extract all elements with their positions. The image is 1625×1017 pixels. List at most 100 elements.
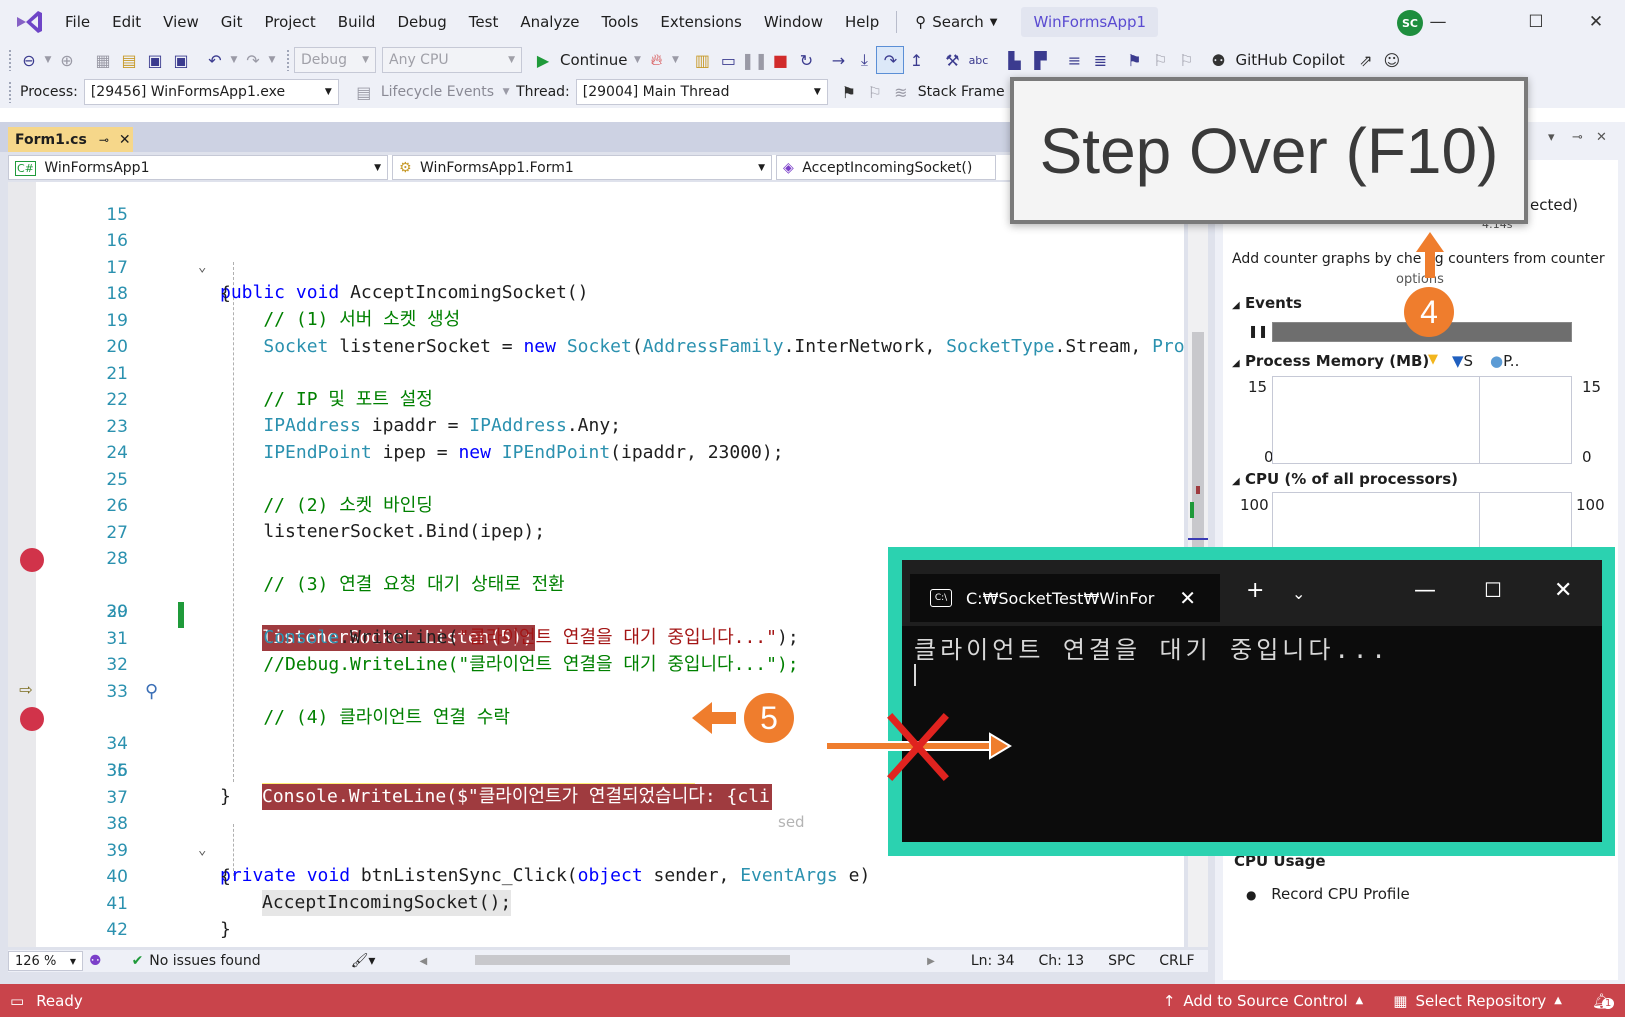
bookmark-icon[interactable]: ⚑ <box>1121 47 1147 73</box>
chevron-down-icon[interactable]: ▼ <box>631 47 643 73</box>
code-line[interactable]: 24 <box>8 414 1168 463</box>
browse-icon[interactable]: ▥ <box>689 47 715 73</box>
project-dropdown[interactable]: C# WinFormsApp1 ▼ <box>8 155 388 180</box>
terminal-close-button[interactable]: ✕ <box>1554 578 1572 603</box>
breakpoint-icon[interactable] <box>20 707 44 731</box>
forward-icon[interactable]: ⊕ <box>54 47 80 73</box>
menu-analyze[interactable]: Analyze <box>509 0 590 44</box>
code-line[interactable]: 41 } <box>8 865 1168 940</box>
whitespace-indicator[interactable]: SPC <box>1108 953 1135 969</box>
close-button[interactable]: ✕ <box>1568 0 1624 44</box>
quick-action-icon[interactable]: ⚲ <box>145 679 158 705</box>
process-dropdown[interactable]: [29456] WinFormsApp1.exe ▼ <box>83 79 339 105</box>
new-project-icon[interactable]: ▦ <box>90 47 116 73</box>
visual-studio-logo-icon[interactable] <box>14 7 44 37</box>
panel-close-icon[interactable]: ✕ <box>1596 130 1607 145</box>
menu-edit[interactable]: Edit <box>101 0 152 44</box>
stop-debugging-icon[interactable]: ■ <box>767 47 793 73</box>
zoom-dropdown[interactable]: 126 % ▼ <box>8 951 83 971</box>
breakpoint-icon[interactable] <box>20 548 44 572</box>
member-dropdown[interactable]: ◈ AcceptIncomingSocket() <box>776 155 996 180</box>
menu-build[interactable]: Build <box>327 0 387 44</box>
horizontal-scrollbar-thumb[interactable] <box>475 955 790 965</box>
open-folder-icon[interactable]: ▤ <box>116 47 142 73</box>
lifecycle-events-button[interactable]: Lifecycle Events <box>381 84 494 100</box>
chevron-down-icon[interactable]: ▼ <box>42 47 54 73</box>
issues-status[interactable]: No issues found <box>149 953 260 969</box>
menu-file[interactable]: File <box>54 0 101 44</box>
menu-view[interactable]: View <box>152 0 210 44</box>
prev-bookmark-icon[interactable]: ⚐ <box>1147 47 1173 73</box>
menu-help[interactable]: Help <box>834 0 890 44</box>
source-control-button[interactable]: ↑ Add to Source Control ▲ <box>1163 992 1363 1010</box>
close-tab-icon[interactable]: ✕ <box>119 132 131 148</box>
menu-extensions[interactable]: Extensions <box>649 0 752 44</box>
show-next-statement-icon[interactable]: → <box>825 47 851 73</box>
back-icon[interactable]: ⊖ <box>16 47 42 73</box>
code-line[interactable]: 15 <box>8 182 1168 225</box>
code-line[interactable]: 18 // (1) 서버 소켓 생성 <box>8 255 1168 330</box>
code-cleanup-icon[interactable]: 🖌︎▾ <box>351 953 376 969</box>
search-box[interactable]: ⚲ Search ▼ <box>903 13 1009 31</box>
cpu-section-header[interactable]: ◢ CPU (% of all processors) <box>1232 470 1458 488</box>
platform-dropdown[interactable]: Any CPU ▼ <box>382 47 522 73</box>
restart-icon[interactable]: ↻ <box>793 47 819 73</box>
tab-form1-cs[interactable]: Form1.cs ⊸ ✕ <box>8 127 133 152</box>
line-ending-indicator[interactable]: CRLF <box>1159 953 1194 969</box>
flag-thread-icon[interactable]: ⚑ <box>836 79 862 105</box>
code-line[interactable]: 17 { <box>8 229 1168 304</box>
events-section-header[interactable]: ◢ Events <box>1232 294 1302 312</box>
output-icon[interactable]: ▭ <box>10 992 24 1010</box>
uncomment-icon[interactable]: ▛ <box>1027 47 1053 73</box>
save-icon[interactable]: ▣ <box>142 47 168 73</box>
memory-graph[interactable] <box>1272 376 1572 464</box>
comment-icon[interactable]: ▙ <box>1001 47 1027 73</box>
code-line[interactable]: 25 // (2) 소켓 바인딩 <box>8 441 1168 516</box>
code-line[interactable]: 27 <box>8 494 1168 543</box>
undo-icon[interactable]: ↶ <box>202 47 228 73</box>
terminal-minimize-button[interactable]: — <box>1414 578 1436 603</box>
step-over-icon[interactable]: ↷ <box>876 46 905 74</box>
menu-test[interactable]: Test <box>458 0 510 44</box>
code-line[interactable]: 26 listenerSocket.Bind(ipep); <box>8 467 1168 542</box>
step-into-icon[interactable]: ⤓ <box>851 47 877 73</box>
scroll-left-icon[interactable]: ◀ <box>419 956 427 967</box>
maximize-button[interactable]: ☐ <box>1508 0 1564 44</box>
line-indicator[interactable]: Ln: 34 <box>971 953 1015 969</box>
terminal-tab[interactable]: C:\ C:₩SocketTest₩WinFor ✕ <box>910 574 1220 622</box>
chevron-down-icon[interactable]: ⌄ <box>1292 584 1305 603</box>
hot-path-icon[interactable]: ⚒ <box>939 47 965 73</box>
window-layout-icon[interactable]: ▭ <box>715 47 741 73</box>
redo-icon[interactable]: ↷ <box>240 47 266 73</box>
pin-icon[interactable]: ⊸ <box>99 133 109 147</box>
code-line[interactable]: 20 <box>8 308 1168 357</box>
column-indicator[interactable]: Ch: 13 <box>1039 953 1085 969</box>
menu-debug[interactable]: Debug <box>386 0 457 44</box>
minimize-button[interactable]: — <box>1410 0 1466 44</box>
close-tab-icon[interactable]: ✕ <box>1179 586 1196 610</box>
toolbar-grip[interactable] <box>286 49 290 71</box>
step-out-icon[interactable]: ↥ <box>903 47 929 73</box>
no-issues-icon[interactable]: ✔ <box>132 953 144 969</box>
toolbar-grip[interactable] <box>8 81 12 103</box>
code-line[interactable]: 19 Socket listenerSocket = new Socket(Ad… <box>8 282 1184 357</box>
menu-tools[interactable]: Tools <box>590 0 649 44</box>
terminal-maximize-button[interactable]: ☐ <box>1484 578 1502 602</box>
instruction-pointer-icon[interactable]: ⇨ <box>19 677 32 703</box>
chevron-down-icon[interactable]: ▼ <box>266 47 278 73</box>
code-line[interactable]: 23 IPEndPoint ipep = new IPEndPoint(ipad… <box>8 388 1168 463</box>
feedback-icon[interactable]: ☺ <box>1379 47 1405 73</box>
chevron-down-icon[interactable]: ▼ <box>500 79 512 105</box>
memory-section-header[interactable]: ◢ Process Memory (MB) <box>1232 352 1429 370</box>
menu-window[interactable]: Window <box>753 0 834 44</box>
class-dropdown[interactable]: ⚙ WinFormsApp1.Form1 ▼ <box>392 155 772 180</box>
save-all-icon[interactable]: ▣ <box>168 47 194 73</box>
continue-icon[interactable]: ▶ <box>530 47 556 73</box>
copilot-status-icon[interactable]: ⚉ <box>89 953 102 969</box>
continue-button[interactable]: Continue <box>560 51 627 69</box>
toolbar-grip[interactable] <box>8 49 12 71</box>
menu-git[interactable]: Git <box>210 0 254 44</box>
select-repository-button[interactable]: ▦ Select Repository ▲ <box>1393 992 1562 1010</box>
chevron-down-icon[interactable]: ▼ <box>669 47 681 73</box>
copilot-icon[interactable]: ⚉ <box>1205 47 1231 73</box>
